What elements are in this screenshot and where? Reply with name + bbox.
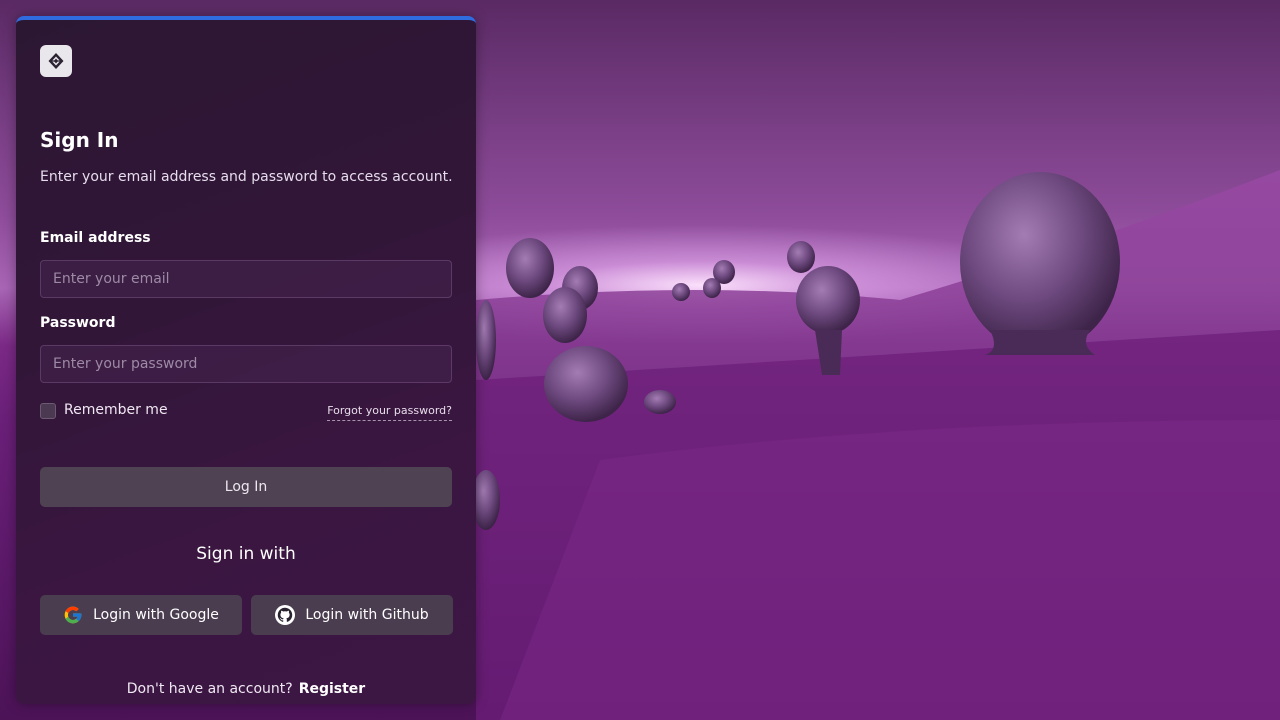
github-icon: [275, 605, 296, 625]
password-field[interactable]: [40, 345, 452, 383]
remember-me-label[interactable]: Remember me: [64, 402, 168, 418]
github-login-label: Login with Github: [305, 607, 429, 623]
google-login-button[interactable]: Login with Google: [40, 595, 242, 635]
forgot-password-link[interactable]: Forgot your password?: [327, 404, 452, 421]
remember-me-checkbox[interactable]: [40, 403, 56, 419]
sign-in-panel: Sign In Enter your email address and pas…: [16, 16, 476, 704]
google-login-label: Login with Google: [93, 607, 219, 623]
cube-logo-icon: [40, 45, 72, 77]
github-login-button[interactable]: Login with Github: [251, 595, 453, 635]
google-icon: [63, 605, 83, 625]
register-link[interactable]: Register: [299, 681, 366, 697]
register-prompt: Don't have an account? Register: [16, 681, 476, 697]
page-subtitle: Enter your email address and password to…: [40, 169, 453, 185]
password-label: Password: [40, 315, 116, 331]
social-heading: Sign in with: [196, 544, 296, 564]
email-label: Email address: [40, 230, 151, 246]
login-button[interactable]: Log In: [40, 467, 452, 507]
page-title: Sign In: [40, 128, 119, 152]
email-field[interactable]: [40, 260, 452, 298]
register-prompt-text: Don't have an account?: [126, 681, 293, 697]
